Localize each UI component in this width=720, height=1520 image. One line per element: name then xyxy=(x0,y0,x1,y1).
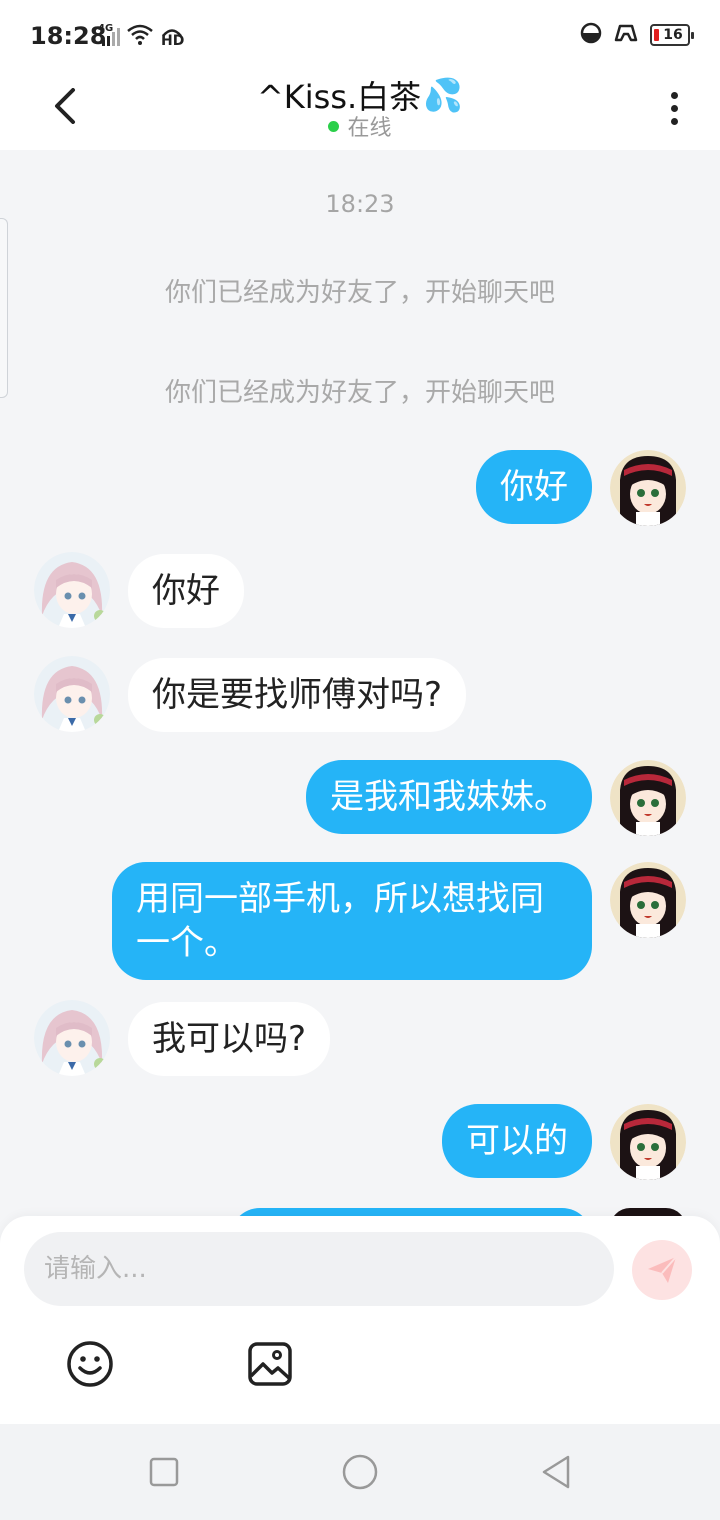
status-time: 18:28 xyxy=(30,22,107,50)
girl-black-hair-avatar-icon xyxy=(610,862,686,938)
my-avatar[interactable] xyxy=(610,862,686,938)
girl-black-hair-avatar-icon xyxy=(610,1104,686,1180)
emoji-button[interactable] xyxy=(66,1340,114,1388)
my-avatar[interactable] xyxy=(610,760,686,836)
outgoing-message[interactable]: 是我和我妹妹。 xyxy=(306,760,592,834)
contact-avatar[interactable] xyxy=(34,552,110,628)
online-status: 在线 xyxy=(0,110,720,142)
message-composer xyxy=(0,1216,720,1424)
girl-pink-hair-avatar-icon xyxy=(34,1000,110,1076)
signal-icon: 4G xyxy=(98,23,120,48)
online-dot xyxy=(328,120,340,132)
outgoing-message[interactable]: 你好 xyxy=(476,450,592,524)
chat-area[interactable]: 18:23 你们已经成为好友了，开始聊天吧 你们已经成为好友了，开始聊天吧 你好 xyxy=(0,150,720,1216)
back-nav-button[interactable] xyxy=(538,1454,574,1490)
image-button[interactable] xyxy=(246,1340,294,1388)
emoji-icon xyxy=(67,1341,113,1387)
outgoing-message-partial[interactable] xyxy=(230,1208,592,1216)
my-avatar[interactable] xyxy=(610,1104,686,1180)
nav-square-icon xyxy=(149,1457,179,1487)
outgoing-message[interactable]: 用同一部手机，所以想找同一个。 xyxy=(112,862,592,980)
incoming-message[interactable]: 你好 xyxy=(128,554,244,628)
my-avatar[interactable] xyxy=(610,1208,686,1216)
send-icon xyxy=(648,1256,677,1283)
more-options-button[interactable] xyxy=(658,80,690,136)
home-button[interactable] xyxy=(342,1454,378,1490)
message-timestamp: 18:23 xyxy=(325,190,395,218)
outgoing-message[interactable]: 可以的 xyxy=(442,1104,592,1178)
system-message: 你们已经成为好友了，开始聊天吧 xyxy=(164,378,555,408)
game-mode-icon xyxy=(612,22,640,48)
battery-icon: 16 xyxy=(650,24,694,46)
message-input[interactable] xyxy=(24,1232,614,1306)
image-icon xyxy=(248,1342,292,1386)
chat-header: ^Kiss.白茶 💦 在线 xyxy=(0,72,720,150)
incoming-message[interactable]: 你是要找师傅对吗? xyxy=(128,658,467,732)
girl-black-hair-avatar-icon xyxy=(610,450,686,526)
hd-icon: HD xyxy=(160,25,184,49)
sweat-droplets-icon: 💦 xyxy=(423,76,464,114)
girl-black-hair-avatar-icon xyxy=(610,760,686,836)
nav-circle-icon xyxy=(342,1454,378,1490)
girl-pink-hair-avatar-icon xyxy=(34,656,110,732)
girl-pink-hair-avatar-icon xyxy=(34,552,110,628)
contact-avatar[interactable] xyxy=(34,656,110,732)
contact-avatar[interactable] xyxy=(34,1000,110,1076)
send-button[interactable] xyxy=(632,1240,692,1300)
more-vertical-icon xyxy=(670,91,678,99)
system-navigation-bar xyxy=(0,1424,720,1520)
incoming-message[interactable]: 我可以吗? xyxy=(128,1002,331,1076)
status-bar: 18:28 4G HD 16 xyxy=(0,0,720,72)
nav-triangle-icon xyxy=(542,1455,570,1489)
wifi-icon xyxy=(126,24,154,50)
system-message: 你们已经成为好友了，开始聊天吧 xyxy=(164,278,555,308)
data-saver-icon xyxy=(580,22,602,48)
my-avatar[interactable] xyxy=(610,450,686,526)
recent-apps-button[interactable] xyxy=(146,1454,182,1490)
